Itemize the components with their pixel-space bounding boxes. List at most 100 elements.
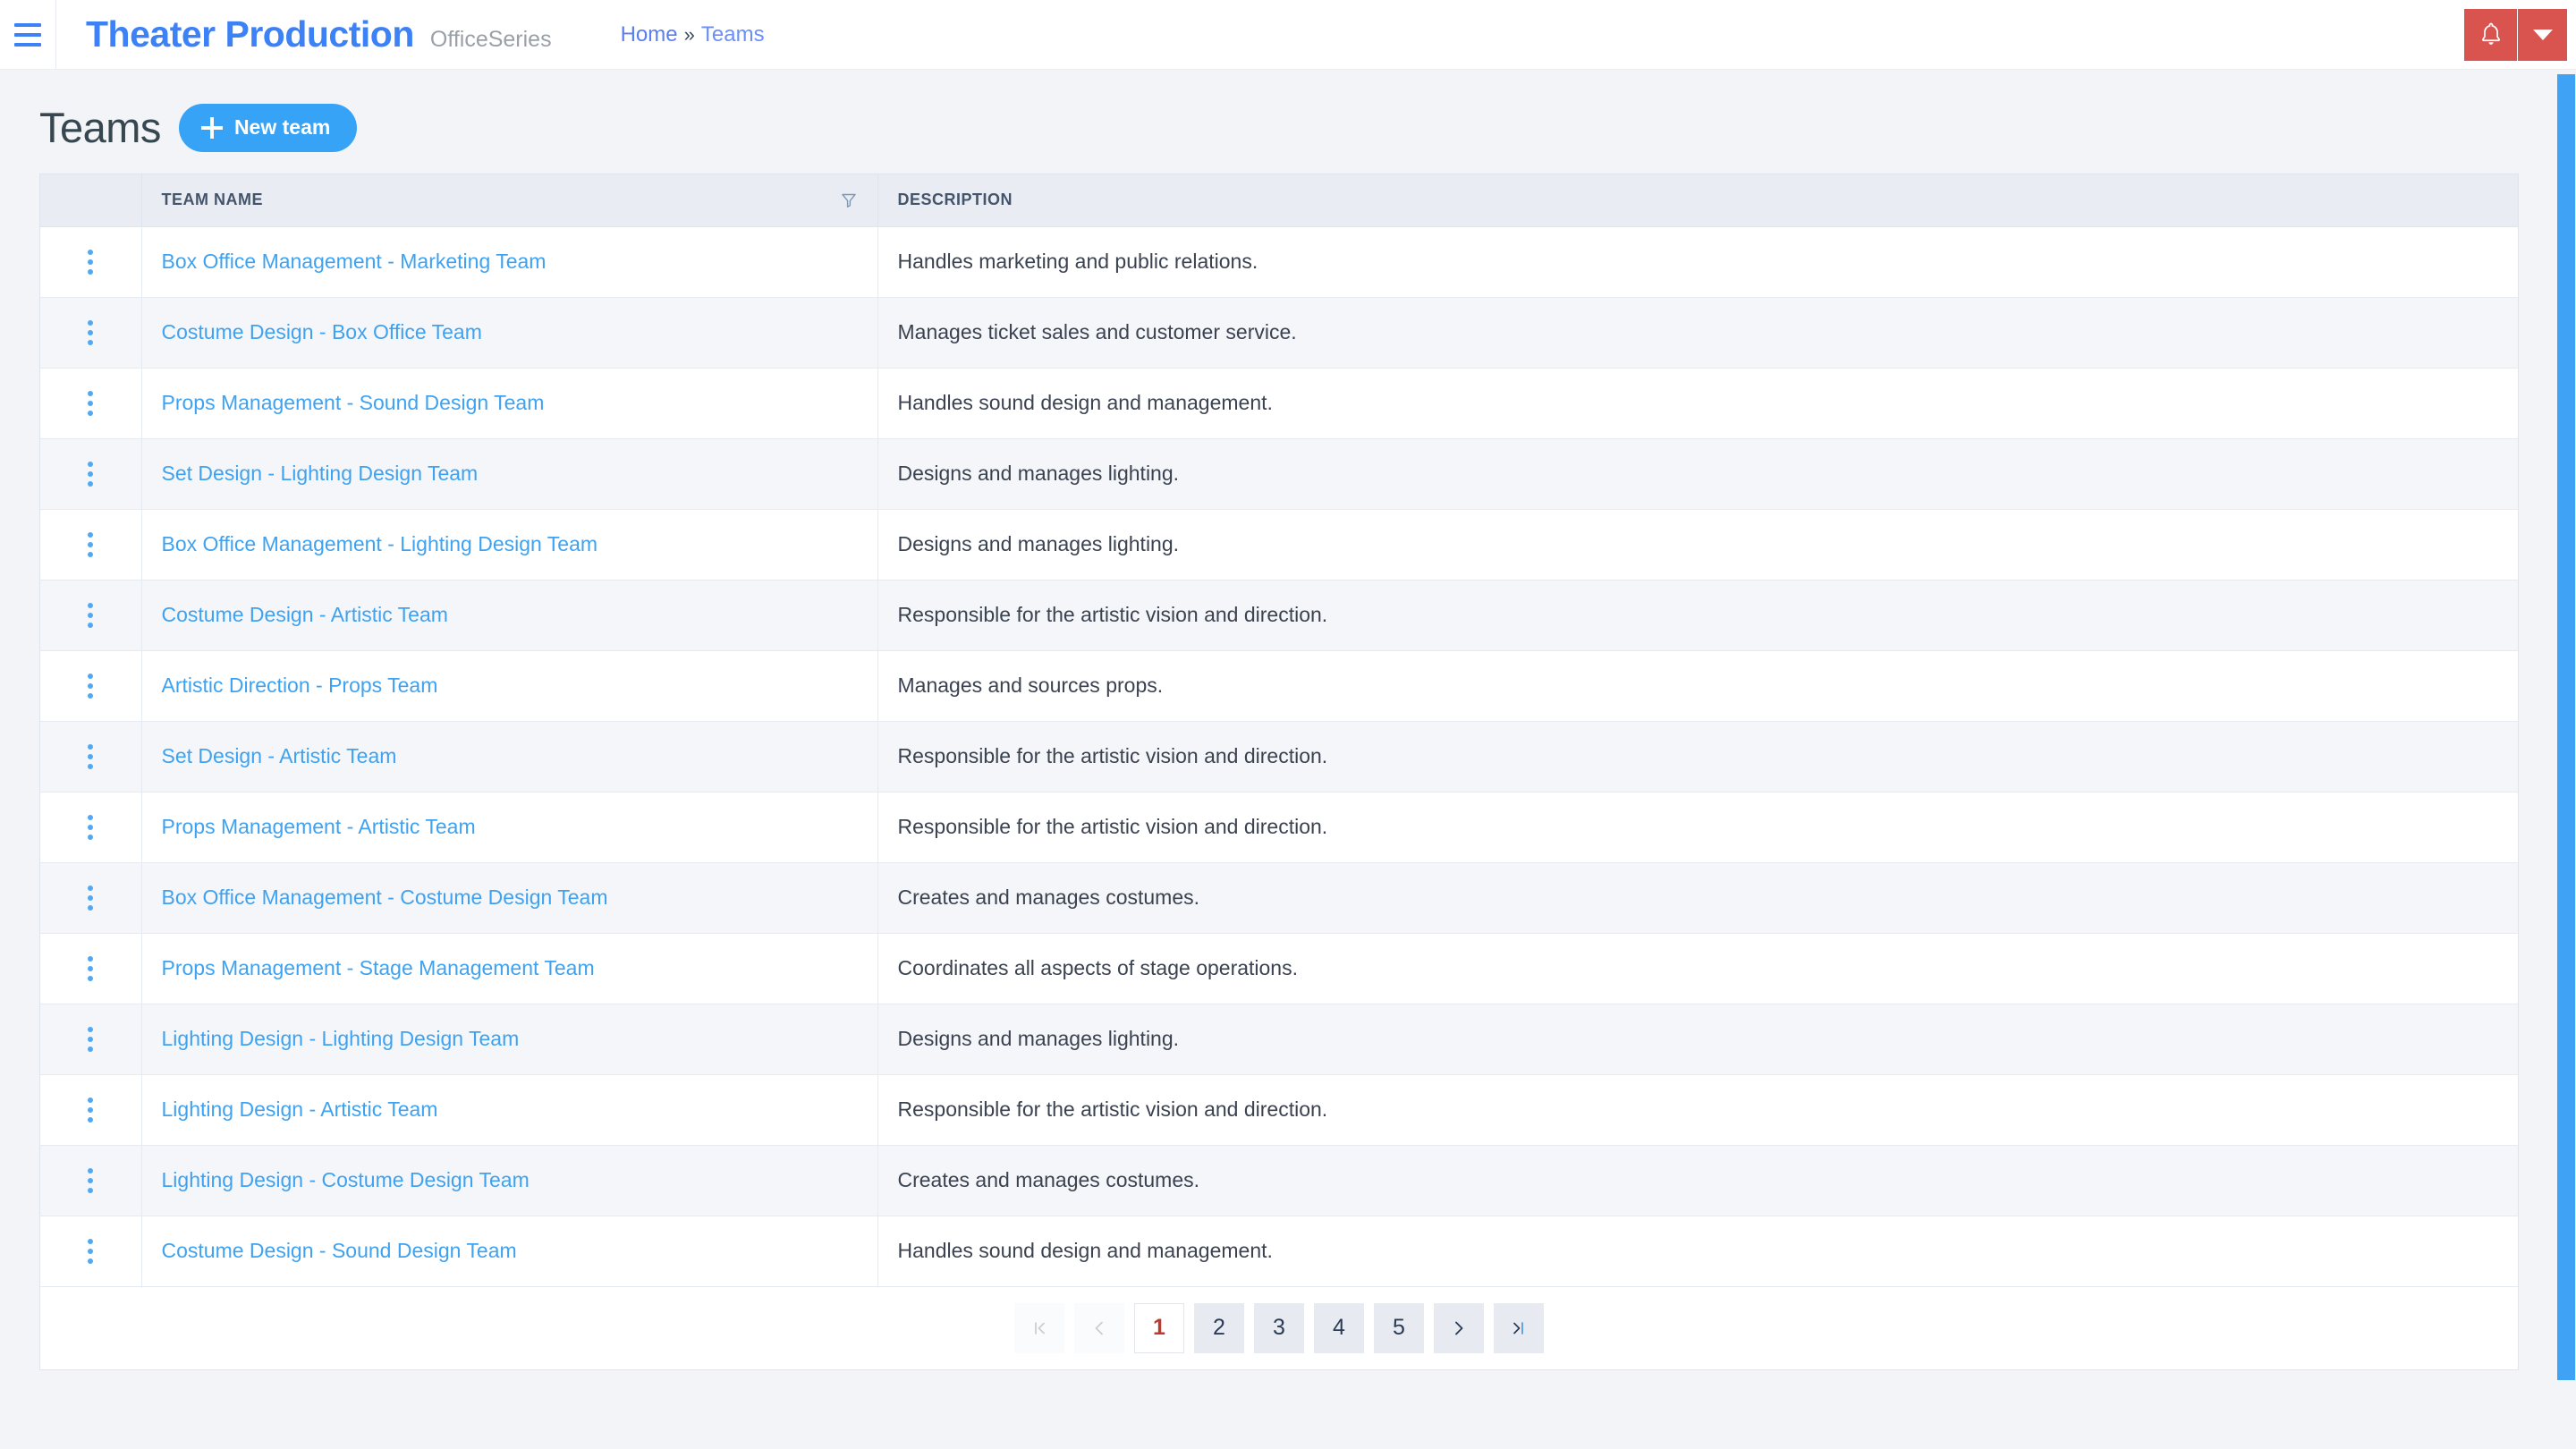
pagination-page-2[interactable]: 2	[1194, 1302, 1244, 1353]
team-name-link[interactable]: Props Management - Artistic Team	[162, 815, 476, 838]
notification-dropdown-button[interactable]	[2518, 9, 2567, 61]
team-name-link[interactable]: Lighting Design - Artistic Team	[162, 1097, 438, 1121]
kebab-dot	[88, 391, 94, 396]
kebab-menu-icon[interactable]	[79, 386, 102, 421]
pagination-previous-button[interactable]	[1074, 1302, 1124, 1353]
team-name-link[interactable]: Costume Design - Sound Design Team	[162, 1239, 517, 1262]
kebab-menu-icon[interactable]	[79, 315, 102, 351]
kebab-dot	[88, 1178, 94, 1183]
kebab-menu-icon[interactable]	[79, 527, 102, 563]
team-name-link[interactable]: Costume Design - Box Office Team	[162, 320, 482, 343]
table-header: TEAM NAME DESCRIPTION	[40, 174, 2518, 227]
pagination-page-4[interactable]: 4	[1314, 1302, 1364, 1353]
plus-icon	[200, 116, 223, 139]
notification-bell-button[interactable]	[2464, 9, 2518, 61]
kebab-menu-icon[interactable]	[79, 597, 102, 633]
page-title: Teams	[39, 104, 161, 151]
breadcrumb-item-home[interactable]: Home	[621, 22, 678, 47]
team-name-cell: Box Office Management - Lighting Design …	[141, 509, 878, 580]
column-header-description[interactable]: DESCRIPTION	[877, 174, 2518, 227]
kebab-dot	[88, 613, 94, 618]
team-description-cell: Designs and manages lighting.	[877, 438, 2518, 509]
filter-funnel-icon[interactable]	[840, 191, 858, 209]
team-name-cell: Props Management - Sound Design Team	[141, 368, 878, 438]
team-description-text: Handles sound design and management.	[897, 391, 1273, 414]
team-description-text: Coordinates all aspects of stage operati…	[897, 956, 1299, 979]
kebab-dot	[88, 542, 94, 547]
kebab-menu-icon[interactable]	[79, 1021, 102, 1057]
team-description-cell: Responsible for the artistic vision and …	[877, 792, 2518, 862]
kebab-menu-icon[interactable]	[79, 668, 102, 704]
teams-table: TEAM NAME DESCRIPTION Box Office Managem…	[40, 174, 2518, 1287]
breadcrumb-item-teams[interactable]: Teams	[701, 22, 765, 47]
team-name-link[interactable]: Set Design - Lighting Design Team	[162, 462, 479, 485]
kebab-dot	[88, 674, 94, 679]
team-name-link[interactable]: Artistic Direction - Props Team	[162, 674, 438, 697]
kebab-menu-icon[interactable]	[79, 880, 102, 916]
kebab-menu-icon[interactable]	[79, 456, 102, 492]
pagination-last-button[interactable]	[1494, 1302, 1544, 1353]
kebab-dot	[88, 895, 94, 901]
team-name-link[interactable]: Props Management - Stage Management Team	[162, 956, 595, 979]
kebab-menu-icon[interactable]	[79, 809, 102, 845]
last-page-icon	[1513, 1321, 1523, 1335]
pagination-page-5[interactable]: 5	[1374, 1302, 1424, 1353]
team-name-link[interactable]: Box Office Management - Costume Design T…	[162, 886, 608, 909]
team-description-cell: Responsible for the artistic vision and …	[877, 580, 2518, 650]
vertical-scrollbar-track[interactable]	[2556, 70, 2576, 1449]
kebab-menu-icon[interactable]	[79, 951, 102, 987]
team-description-cell: Responsible for the artistic vision and …	[877, 721, 2518, 792]
new-team-button[interactable]: New team	[178, 103, 358, 152]
kebab-menu-icon[interactable]	[79, 1163, 102, 1199]
team-name-link[interactable]: Box Office Management - Lighting Design …	[162, 532, 598, 555]
kebab-menu-icon[interactable]	[79, 244, 102, 280]
kebab-dot	[88, 744, 94, 750]
kebab-dot	[88, 603, 94, 608]
hamburger-menu-icon[interactable]	[0, 0, 55, 70]
team-description-text: Responsible for the artistic vision and …	[897, 1097, 1328, 1121]
table-row: Artistic Direction - Props Team Manages a…	[40, 650, 2518, 721]
kebab-dot	[88, 754, 94, 759]
team-name-link[interactable]: Costume Design - Artistic Team	[162, 603, 448, 626]
team-name-cell: Props Management - Stage Management Team	[141, 933, 878, 1004]
kebab-menu-icon[interactable]	[79, 1233, 102, 1269]
team-name-link[interactable]: Set Design - Artistic Team	[162, 744, 397, 767]
kebab-dot	[88, 886, 94, 891]
kebab-dot	[88, 1117, 94, 1123]
team-description-text: Handles marketing and public relations.	[897, 250, 1258, 273]
column-header-team-name-label: TEAM NAME	[161, 191, 263, 209]
kebab-menu-icon[interactable]	[79, 739, 102, 775]
team-name-link[interactable]: Lighting Design - Lighting Design Team	[162, 1027, 520, 1050]
table-row: Lighting Design - Costume Design Team Cre…	[40, 1145, 2518, 1216]
pagination-next-button[interactable]	[1434, 1302, 1484, 1353]
team-name-link[interactable]: Props Management - Sound Design Team	[162, 391, 545, 414]
team-description-text: Responsible for the artistic vision and …	[897, 815, 1328, 838]
kebab-dot	[88, 1249, 94, 1254]
table-header-row: TEAM NAME DESCRIPTION	[40, 174, 2518, 227]
table-row: Box Office Management - Costume Design T…	[40, 862, 2518, 933]
table-row: Set Design - Lighting Design Team Designs…	[40, 438, 2518, 509]
team-name-link[interactable]: Box Office Management - Marketing Team	[162, 250, 547, 273]
previous-page-icon	[1095, 1321, 1103, 1335]
pagination-page-3[interactable]: 3	[1254, 1302, 1304, 1353]
column-header-actions	[40, 174, 142, 227]
kebab-dot	[88, 1239, 94, 1244]
kebab-dot	[88, 1027, 94, 1032]
kebab-dot	[88, 835, 94, 840]
pagination-first-button[interactable]	[1014, 1302, 1064, 1353]
team-description-cell: Handles sound design and management.	[877, 368, 2518, 438]
vertical-scrollbar-thumb[interactable]	[2557, 74, 2575, 1380]
kebab-dot	[88, 966, 94, 971]
kebab-dot	[88, 683, 94, 689]
row-actions-cell	[40, 368, 142, 438]
column-header-team-name[interactable]: TEAM NAME	[141, 174, 878, 227]
row-actions-cell	[40, 1004, 142, 1074]
team-name-cell: Lighting Design - Costume Design Team	[141, 1145, 878, 1216]
brand: Theater Production OfficeSeries	[56, 13, 552, 55]
team-name-link[interactable]: Lighting Design - Costume Design Team	[162, 1168, 530, 1191]
brand-subtitle: OfficeSeries	[429, 27, 552, 52]
row-actions-cell	[40, 1074, 142, 1145]
pagination-page-1[interactable]: 1	[1134, 1302, 1184, 1353]
kebab-menu-icon[interactable]	[79, 1092, 102, 1128]
table-row: Lighting Design - Artistic Team Responsib…	[40, 1074, 2518, 1145]
